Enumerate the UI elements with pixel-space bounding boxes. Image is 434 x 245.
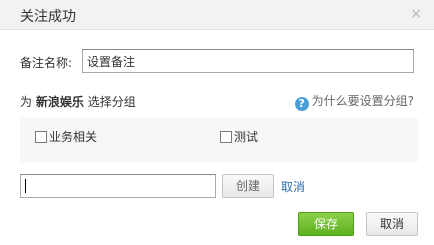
follow-success-dialog: 关注成功 × 备注名称: 为 新浪娱乐 选择分组 ?为什么要设置分组? 业务相关… — [0, 0, 434, 245]
why-set-group-link[interactable]: ? 为什么要设置分组? — [294, 92, 414, 111]
followed-user-name: 新浪娱乐 — [35, 95, 84, 109]
create-group-button[interactable]: 创建 — [222, 174, 274, 198]
cancel-button[interactable]: 取消 — [366, 212, 418, 236]
group-option-test[interactable]: 测试 — [220, 128, 258, 145]
group-option-label: 测试 — [234, 130, 259, 144]
dialog-titlebar: 关注成功 × — [0, 0, 434, 30]
group-options-panel: 业务相关 测试 — [20, 118, 418, 162]
group-option-label: 业务相关 — [49, 130, 98, 144]
group-option-business[interactable]: 业务相关 — [35, 128, 97, 145]
remark-input[interactable] — [82, 49, 414, 73]
group-checkbox-test[interactable] — [220, 131, 232, 143]
remark-label: 备注名称: — [20, 56, 73, 70]
new-group-input[interactable] — [20, 174, 216, 198]
close-icon[interactable]: × — [410, 6, 422, 22]
group-heading-prefix: 为 — [20, 95, 33, 109]
text-caret — [25, 179, 26, 193]
group-checkbox-business[interactable] — [35, 131, 47, 143]
save-button[interactable]: 保存 — [298, 212, 354, 236]
dialog-title: 关注成功 — [20, 9, 76, 25]
group-heading: 为 新浪娱乐 选择分组 — [20, 93, 136, 110]
question-circle-icon: ? — [294, 97, 309, 111]
why-set-group-text: 为什么要设置分组? — [311, 94, 414, 108]
group-heading-suffix: 选择分组 — [87, 95, 136, 109]
cancel-create-link[interactable]: 取消 — [281, 178, 305, 195]
